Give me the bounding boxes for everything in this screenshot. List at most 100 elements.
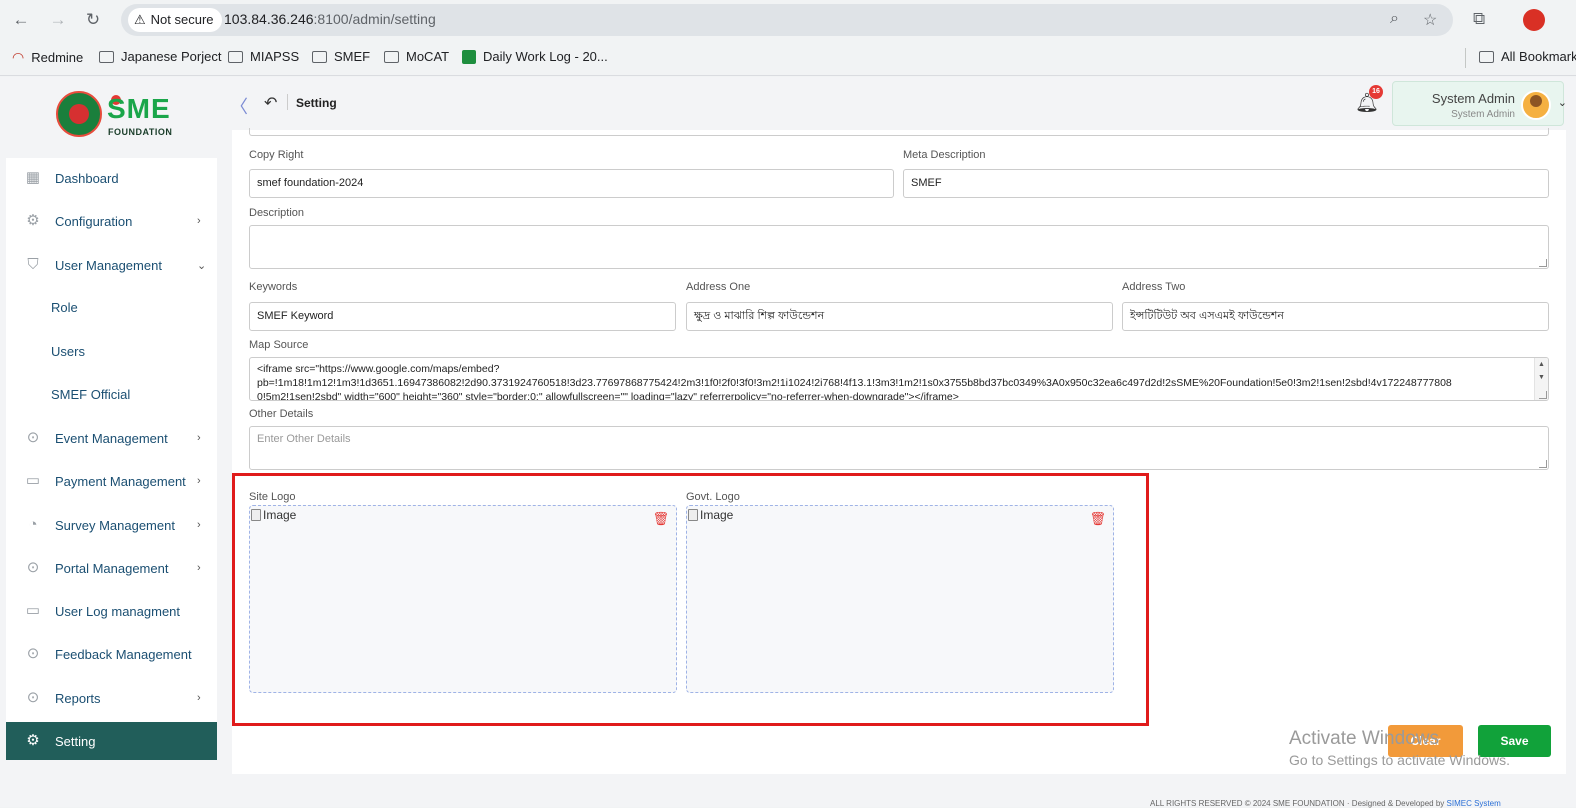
sidebar-item-label: Feedback Management [55,646,192,662]
sidebar-item-survey-management[interactable]: ◔ Survey Management › [6,507,217,543]
bookmark-mocat[interactable]: MoCAT [384,49,449,64]
image-alt-text: Image [700,508,734,522]
sidebar-item-user-log-managment[interactable]: ▭ User Log managment [6,593,217,629]
lock-icon: ⊙ [26,689,40,706]
sidebar-item-smef-official[interactable]: SMEF Official [6,376,217,412]
breadcrumb-divider [287,94,288,110]
sidebar-item-label: Users [51,343,85,359]
trash-icon[interactable]: 🗑︎ [652,511,669,527]
profile-avatar[interactable] [1523,9,1545,31]
copyright-field[interactable]: smef foundation-2024 [249,169,894,198]
site-logo-upload[interactable]: Image 🗑︎ [249,505,677,693]
back-icon[interactable]: ↶ [264,93,277,113]
sheets-icon [462,49,476,64]
chevron-right-icon: › [197,475,201,487]
description-textarea[interactable] [249,225,1549,269]
bookmark-smef[interactable]: SMEF [312,49,370,64]
sidebar-item-payment-management[interactable]: ▭ Payment Management › [6,463,217,499]
bookmark-redmine[interactable]: ◠ Redmine [12,49,83,66]
folder-icon [384,50,399,63]
bookmark-all-bookmarks[interactable]: All Bookmarks [1479,49,1576,64]
meta-description-label: Meta Description [903,149,986,161]
meta-description-field[interactable]: SMEF [903,169,1549,198]
star-icon[interactable]: ☆ [1423,10,1437,30]
sidebar-item-portal-management[interactable]: ⊙ Portal Management › [6,550,217,586]
log-icon: ▭ [25,602,41,619]
security-chip[interactable]: ⚠ Not secure [128,8,222,32]
site-logo-image: Image [251,508,296,522]
pie-chart-icon: ◔ [28,516,38,533]
bookmark-label: Redmine [31,50,84,65]
sidebar-item-event-management[interactable]: ⊙ Event Management › [6,420,217,456]
sidebar-item-role[interactable]: Role [6,289,217,325]
address-one-field[interactable]: ক্ষুদ্র ও মাঝারি শিল্প ফাউন্ডেশন [686,302,1113,331]
gear-icon: ⚙ [26,732,40,749]
settings-form-card: Copy Right smef foundation-2024 Meta Des… [232,128,1566,774]
extensions-icon[interactable]: ⧉ [1473,9,1485,29]
back-arrow-icon[interactable]: ← [10,9,32,31]
warning-icon: ⚠ [134,12,146,27]
sidebar: SME FOUNDATION ▦ Dashboard ⚙ Configuration… [0,77,224,807]
user-menu[interactable]: System Admin System Admin ⌄ [1392,81,1567,126]
sidebar-item-label: Setting [55,733,96,749]
sidebar-item-label: Configuration [55,213,133,229]
keywords-label: Keywords [249,281,298,293]
sidebar-item-dashboard[interactable]: ▦ Dashboard [6,160,217,196]
sidebar-item-label: Role [51,299,78,315]
redmine-icon: ◠ [12,49,25,65]
resize-handle[interactable] [1539,259,1547,267]
bookmark-daily-work-log[interactable]: Daily Work Log - 20... [462,49,608,64]
sidebar-item-setting[interactable]: ⚙ Setting [6,722,217,760]
sidebar-item-feedback-management[interactable]: ⊙ Feedback Management [6,636,217,672]
sidebar-item-users[interactable]: Users [6,333,217,369]
chevron-right-icon: › [197,432,201,444]
govt-logo-upload[interactable]: Image 🗑︎ [686,505,1114,693]
bookmark-label: Japanese Porject [121,49,222,64]
resize-handle[interactable] [1539,391,1547,399]
broken-image-icon [251,509,261,521]
chevron-down-icon: ⌄ [1557,97,1567,109]
address-two-label: Address Two [1122,281,1186,293]
url-path: :8100/admin/setting [313,11,436,27]
scroll-down-icon[interactable]: ▼ [1538,374,1545,381]
address-two-field[interactable]: ইন্সটিটিউট অব এসএমই ফাউন্ডেশন [1122,302,1549,331]
folder-icon [228,50,243,63]
scroll-up-icon[interactable]: ▲ [1538,361,1545,368]
chevron-right-icon: › [197,692,201,704]
bookmark-label: MoCAT [406,49,450,64]
description-label: Description [249,207,305,219]
grid-icon: ▦ [25,169,41,186]
govt-logo-image: Image [688,508,733,522]
top-header: 〈 ↶ Setting 🔔︎ 16 System Admin System Ad… [224,77,1576,130]
reload-icon[interactable]: ↻ [82,9,104,31]
sme-foundation-logo[interactable]: SME FOUNDATION [56,91,172,139]
feedback-icon: ⊙ [26,645,40,662]
avatar [1521,90,1551,120]
folder-icon [312,50,327,63]
chevron-right-icon: › [197,519,201,531]
map-source-line: pb=!1m18!1m12!1m3!1d3651.16947386082!2d9… [257,377,1452,389]
keywords-field[interactable]: SMEF Keyword [249,302,676,331]
sidebar-item-configuration[interactable]: ⚙ Configuration › [6,203,217,239]
bookmark-miapss[interactable]: MIAPSS [228,49,299,64]
resize-handle[interactable] [1539,460,1547,468]
shield-icon: ⛉ [27,256,39,273]
sidebar-item-user-management[interactable]: ⛉ User Management ⌄ [6,247,217,283]
trash-icon[interactable]: 🗑︎ [1089,511,1106,527]
other-details-placeholder: Enter Other Details [257,433,351,445]
collapse-sidebar-icon[interactable]: 〈 [230,93,248,119]
zoom-icon[interactable]: ⌕ [1390,10,1399,28]
bookmark-label: MIAPSS [250,49,300,64]
bookmark-japanese-porject[interactable]: Japanese Porject [99,49,221,64]
forward-arrow-icon[interactable]: → [47,9,69,31]
sidebar-item-reports[interactable]: ⊙ Reports › [6,680,217,716]
map-source-line: <iframe src="https://www.google.com/maps… [257,363,500,375]
map-source-textarea[interactable]: <iframe src="https://www.google.com/maps… [249,357,1549,401]
user-name: System Admin [1431,91,1515,106]
chevron-right-icon: › [197,562,201,574]
sidebar-item-label: Survey Management [55,517,175,533]
sidebar-item-label: Reports [55,690,101,706]
sidebar-item-label: Event Management [55,430,168,446]
other-details-textarea[interactable]: Enter Other Details [249,426,1549,470]
url-text[interactable]: 103.84.36.246:8100/admin/setting [224,11,436,27]
